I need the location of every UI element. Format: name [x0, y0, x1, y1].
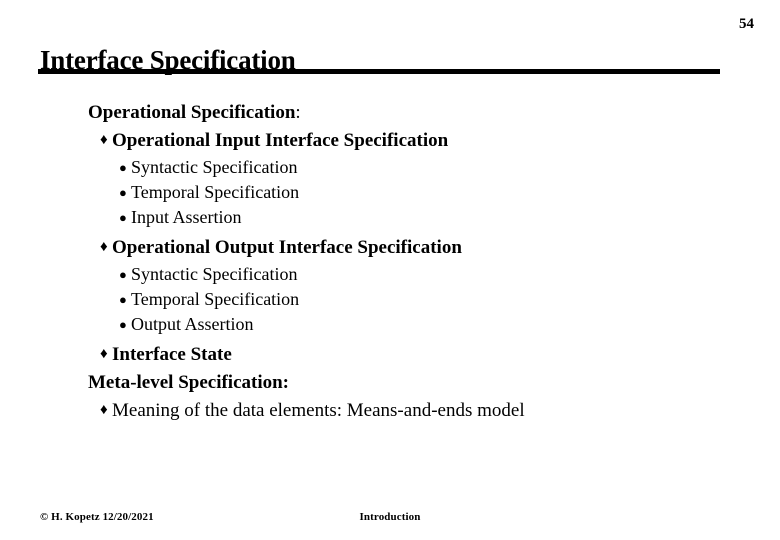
subbullet-output-assertion-label: Output Assertion: [131, 314, 254, 334]
subbullet-input-syntactic: ● Syntactic Specification: [88, 155, 748, 180]
subbullet-input-assertion: ● Input Assertion: [88, 205, 748, 230]
dot-bullet-icon: ●: [119, 160, 127, 175]
bullet-meaning-data-elements: ♦ Meaning of the data elements: Means-and…: [88, 396, 748, 425]
dot-bullet-icon: ●: [119, 267, 127, 282]
section-heading-operational: Operational Specification:: [88, 99, 748, 126]
dot-bullet-icon: ●: [119, 185, 127, 200]
bullet-meaning-data-elements-label: Meaning of the data elements: Means-and-…: [112, 400, 525, 421]
subbullet-input-assertion-label: Input Assertion: [131, 207, 242, 227]
subbullet-output-temporal-label: Temporal Specification: [131, 289, 300, 309]
bullet-operational-input: ♦ Operational Input Interface Specificati…: [88, 126, 748, 155]
diamond-bullet-icon: ♦: [100, 239, 108, 255]
subbullet-input-temporal: ● Temporal Specification: [88, 180, 748, 205]
slide-canvas: 54 Interface Specification Operational S…: [0, 0, 780, 540]
subbullet-output-syntactic-label: Syntactic Specification: [131, 264, 298, 284]
slide-body: Operational Specification: ♦ Operational …: [88, 99, 748, 425]
section-heading-meta-level: Meta-level Specification:: [88, 369, 748, 396]
diamond-bullet-icon: ♦: [100, 402, 108, 418]
diamond-bullet-icon: ♦: [100, 346, 108, 362]
bullet-operational-output-label: Operational Output Interface Specificati…: [112, 237, 462, 258]
page-number: 54: [739, 16, 754, 32]
dot-bullet-icon: ●: [119, 317, 127, 332]
bullet-interface-state: ♦ Interface State: [88, 340, 748, 369]
section-heading-operational-colon: :: [295, 102, 301, 123]
section-heading-operational-text: Operational Specification: [88, 102, 296, 123]
bullet-operational-input-label: Operational Input Interface Specificatio…: [112, 130, 449, 151]
subbullet-input-syntactic-label: Syntactic Specification: [131, 157, 298, 177]
footer-section-name: Introduction: [359, 511, 421, 523]
subbullet-output-temporal: ● Temporal Specification: [88, 287, 748, 312]
section-heading-meta-level-text: Meta-level Specification:: [88, 372, 290, 393]
subbullet-output-syntactic: ● Syntactic Specification: [88, 262, 748, 287]
dot-bullet-icon: ●: [119, 210, 127, 225]
bullet-operational-output: ♦ Operational Output Interface Specificat…: [88, 233, 748, 262]
subbullet-input-temporal-label: Temporal Specification: [131, 182, 300, 202]
title-divider: [38, 69, 720, 74]
diamond-bullet-icon: ♦: [100, 132, 108, 148]
dot-bullet-icon: ●: [119, 292, 127, 307]
subbullet-output-assertion: ● Output Assertion: [88, 312, 748, 337]
bullet-interface-state-label: Interface State: [112, 344, 232, 365]
